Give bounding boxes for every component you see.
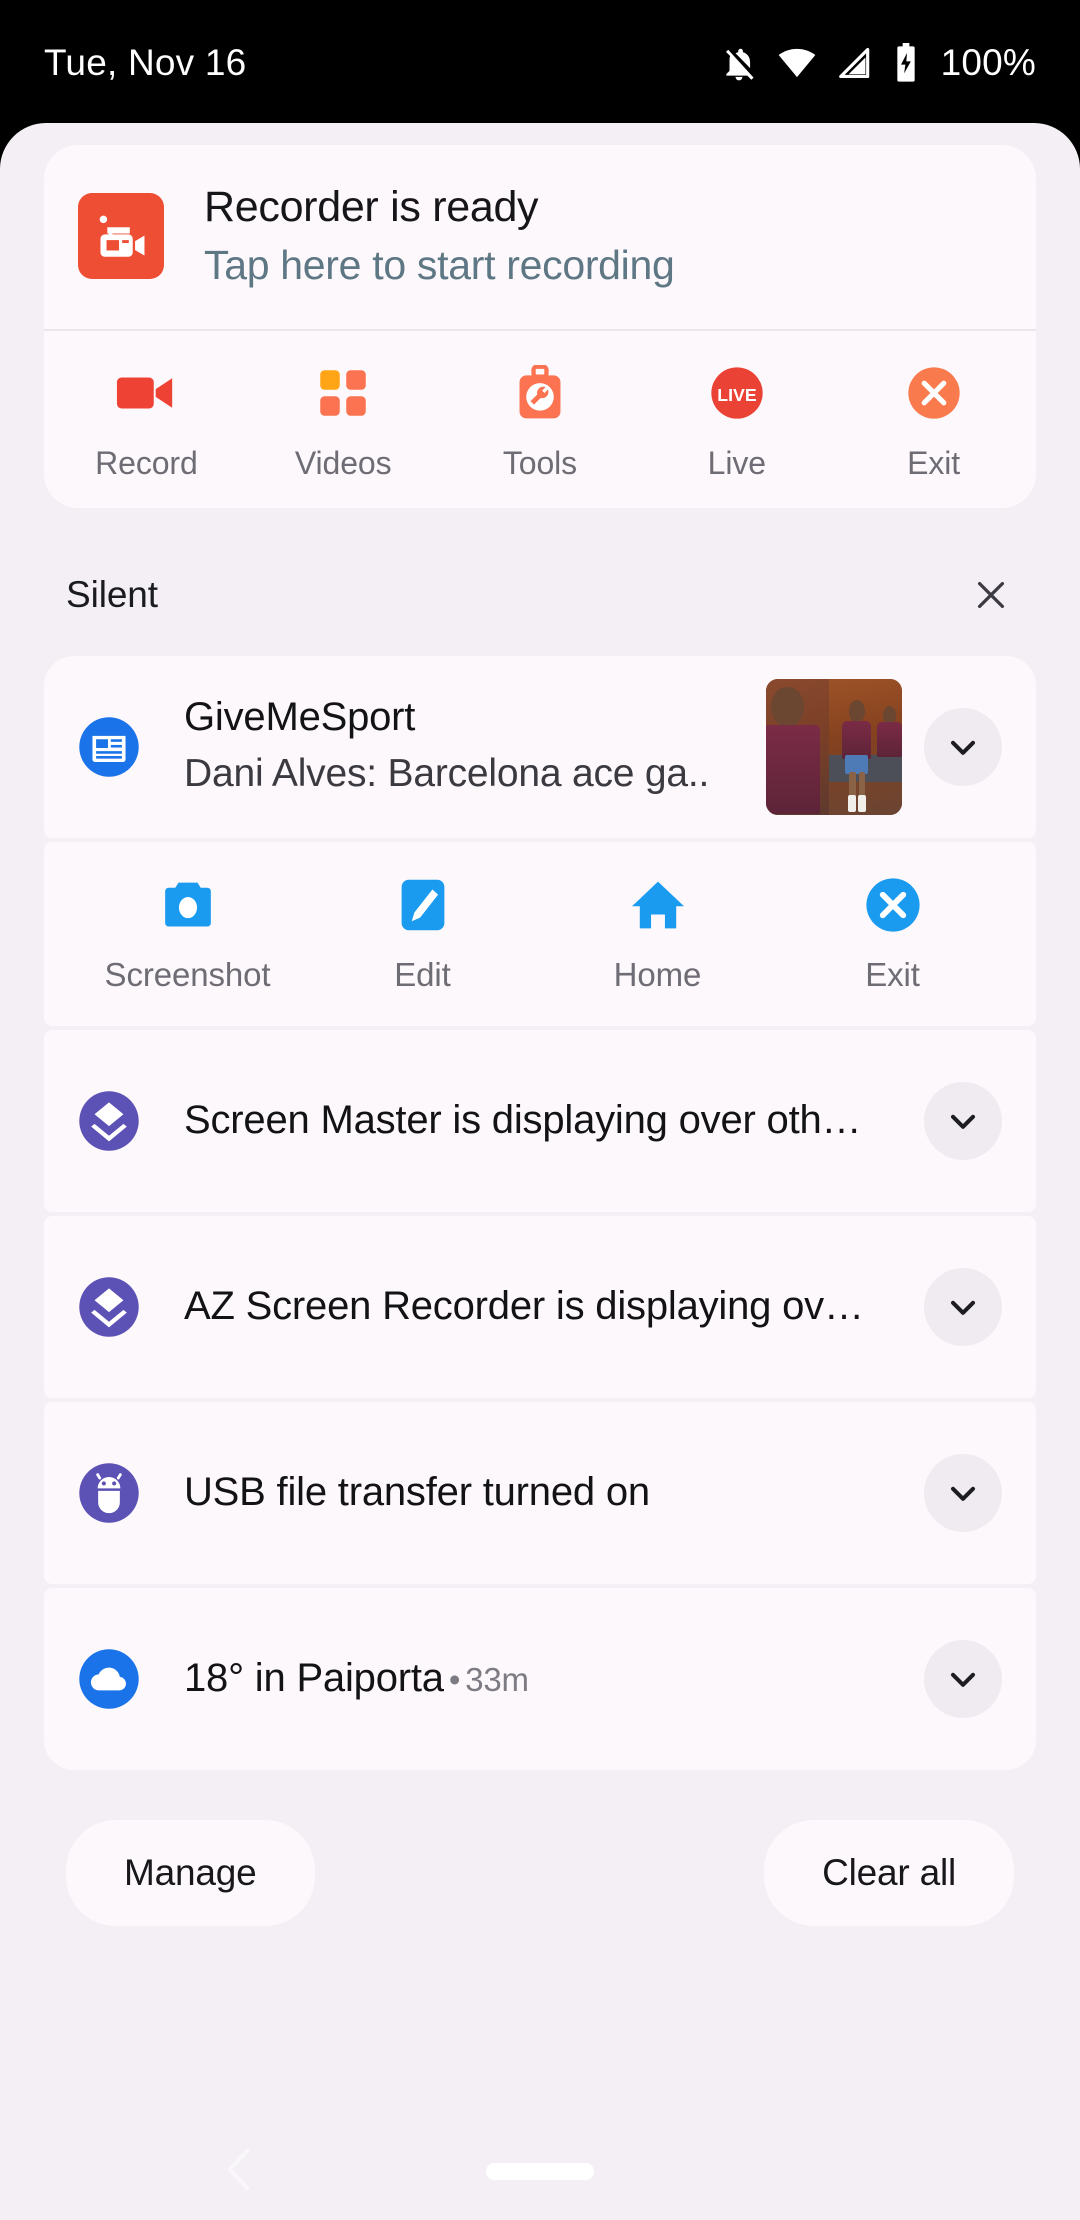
recorder-action-row: Record Videos Tools LIVE Live Exit — [44, 331, 1036, 508]
action-home[interactable]: Home — [540, 876, 775, 994]
wifi-icon — [777, 43, 817, 83]
notification-list[interactable]: Recorder is ready Tap here to start reco… — [0, 123, 1080, 2220]
action-exit[interactable]: Exit — [775, 876, 1010, 994]
action-screenshot[interactable]: Screenshot — [70, 876, 305, 994]
recorder-action-record[interactable]: Record — [48, 361, 245, 482]
close-circle-icon — [864, 876, 922, 934]
shade-footer: Manage Clear all — [44, 1774, 1036, 1926]
notification-text: AZ Screen Recorder is displaying ov… — [184, 1284, 864, 1329]
recorder-action-live-label: Live — [707, 444, 766, 481]
recorder-action-tools-label: Tools — [502, 444, 578, 481]
notification-givemesport[interactable]: GiveMeSport Dani Alves: Barcelona ace ga… — [44, 655, 1036, 838]
camcorder-icon — [114, 361, 178, 425]
layers-icon — [78, 1276, 140, 1338]
close-icon[interactable] — [968, 572, 1014, 618]
action-home-label: Home — [613, 955, 702, 993]
notification-text: Dani Alves: Barcelona ace ga.. — [184, 752, 710, 796]
cloud-icon — [78, 1648, 140, 1710]
recorder-action-exit[interactable]: Exit — [835, 361, 1032, 482]
phone-screen: Tue, Nov 16 100% Recorder is ready Tap h… — [0, 0, 1080, 2220]
battery-percent-label: 100% — [940, 41, 1036, 83]
weather-temp-location: 18° in Paiporta — [184, 1656, 444, 1701]
blue-action-row: Screenshot Edit Home Exit — [44, 842, 1036, 1026]
notification-weather[interactable]: 18° in Paiporta • 33m — [44, 1587, 1036, 1770]
notification-text: Screen Master is displaying over oth… — [184, 1098, 862, 1143]
navigation-bar — [0, 2124, 1080, 2220]
manage-button[interactable]: Manage — [66, 1819, 315, 1926]
home-pill-handle[interactable] — [486, 2163, 594, 2180]
camera-icon — [159, 876, 217, 934]
action-screenshot-label: Screenshot — [104, 955, 271, 993]
silent-section-label: Silent — [66, 573, 158, 615]
screen-master-actions: Screenshot Edit Home Exit — [44, 841, 1036, 1026]
notification-row[interactable]: AZ Screen Recorder is displaying ov… — [44, 1216, 1036, 1398]
notification-az-recorder-overlay[interactable]: AZ Screen Recorder is displaying ov… — [44, 1215, 1036, 1398]
close-circle-icon — [902, 361, 966, 425]
back-chevron-icon[interactable] — [222, 2145, 256, 2200]
notification-row[interactable]: 18° in Paiporta • 33m — [44, 1588, 1036, 1770]
notification-recorder[interactable]: Recorder is ready Tap here to start reco… — [44, 145, 1036, 508]
chevron-down-icon[interactable] — [924, 1453, 1002, 1532]
action-edit[interactable]: Edit — [305, 876, 540, 994]
action-exit-label: Exit — [865, 955, 920, 993]
notification-usb-transfer[interactable]: USB file transfer turned on — [44, 1401, 1036, 1584]
notifications-off-icon — [720, 44, 758, 82]
status-bar-date: Tue, Nov 16 — [44, 41, 247, 83]
status-bar: Tue, Nov 16 100% — [0, 0, 1080, 125]
notification-app-name: GiveMeSport — [184, 695, 416, 740]
news-paper-icon — [78, 716, 140, 778]
grid-squares-icon — [311, 361, 375, 425]
notification-shade: Recorder is ready Tap here to start reco… — [0, 123, 1080, 2220]
recorder-title: Recorder is ready — [204, 183, 539, 231]
android-usb-icon — [78, 1462, 140, 1524]
recorder-action-record-label: Record — [95, 444, 198, 481]
notification-screen-master-overlay[interactable]: Screen Master is displaying over oth… — [44, 1029, 1036, 1212]
notification-thumbnail[interactable] — [766, 678, 902, 815]
notification-row[interactable]: GiveMeSport Dani Alves: Barcelona ace ga… — [44, 656, 1036, 838]
notification-body: USB file transfer turned on — [184, 1468, 902, 1517]
toolbox-wrench-icon — [508, 361, 572, 425]
recorder-header[interactable]: Recorder is ready Tap here to start reco… — [44, 145, 1036, 329]
recorder-texts: Recorder is ready Tap here to start reco… — [204, 183, 1002, 289]
chevron-down-icon[interactable] — [924, 1081, 1002, 1160]
live-badge-icon: LIVE — [705, 361, 769, 425]
notification-time: 33m — [465, 1661, 529, 1699]
chevron-down-icon[interactable] — [924, 1639, 1002, 1718]
notification-row[interactable]: USB file transfer turned on — [44, 1402, 1036, 1584]
notification-row[interactable]: Screen Master is displaying over oth… — [44, 1030, 1036, 1212]
home-icon — [629, 876, 687, 934]
notification-text: USB file transfer turned on — [184, 1470, 650, 1515]
silent-section-header: Silent — [44, 508, 1036, 656]
recorder-action-videos-label: Videos — [294, 444, 392, 481]
chevron-down-icon[interactable] — [924, 707, 1002, 786]
action-edit-label: Edit — [394, 955, 451, 993]
notification-body: 18° in Paiporta • 33m — [184, 1654, 902, 1703]
recorder-action-live[interactable]: LIVE Live — [638, 361, 835, 482]
status-bar-icons: 100% — [720, 42, 1036, 84]
notification-separator: • — [448, 1661, 461, 1699]
layers-icon — [78, 1090, 140, 1152]
notification-body: GiveMeSport Dani Alves: Barcelona ace ga… — [184, 693, 746, 799]
recorder-action-videos[interactable]: Videos — [245, 361, 442, 482]
battery-charging-icon — [893, 42, 919, 83]
az-screen-recorder-icon — [78, 193, 164, 279]
svg-text:LIVE: LIVE — [717, 384, 757, 404]
recorder-action-exit-label: Exit — [907, 444, 961, 481]
pencil-icon — [394, 876, 452, 934]
notification-text: 18° in Paiporta • 33m — [184, 1654, 902, 1703]
chevron-down-icon[interactable] — [924, 1267, 1002, 1346]
recorder-action-tools[interactable]: Tools — [442, 361, 639, 482]
cell-signal-icon — [836, 44, 874, 82]
notification-body: AZ Screen Recorder is displaying ov… — [184, 1282, 902, 1331]
thumbnail-left-pane — [766, 678, 829, 815]
notification-body: Screen Master is displaying over oth… — [184, 1096, 902, 1145]
thumbnail-right-pane — [828, 678, 902, 815]
recorder-subtitle: Tap here to start recording — [204, 242, 675, 288]
clear-all-button[interactable]: Clear all — [764, 1819, 1014, 1926]
